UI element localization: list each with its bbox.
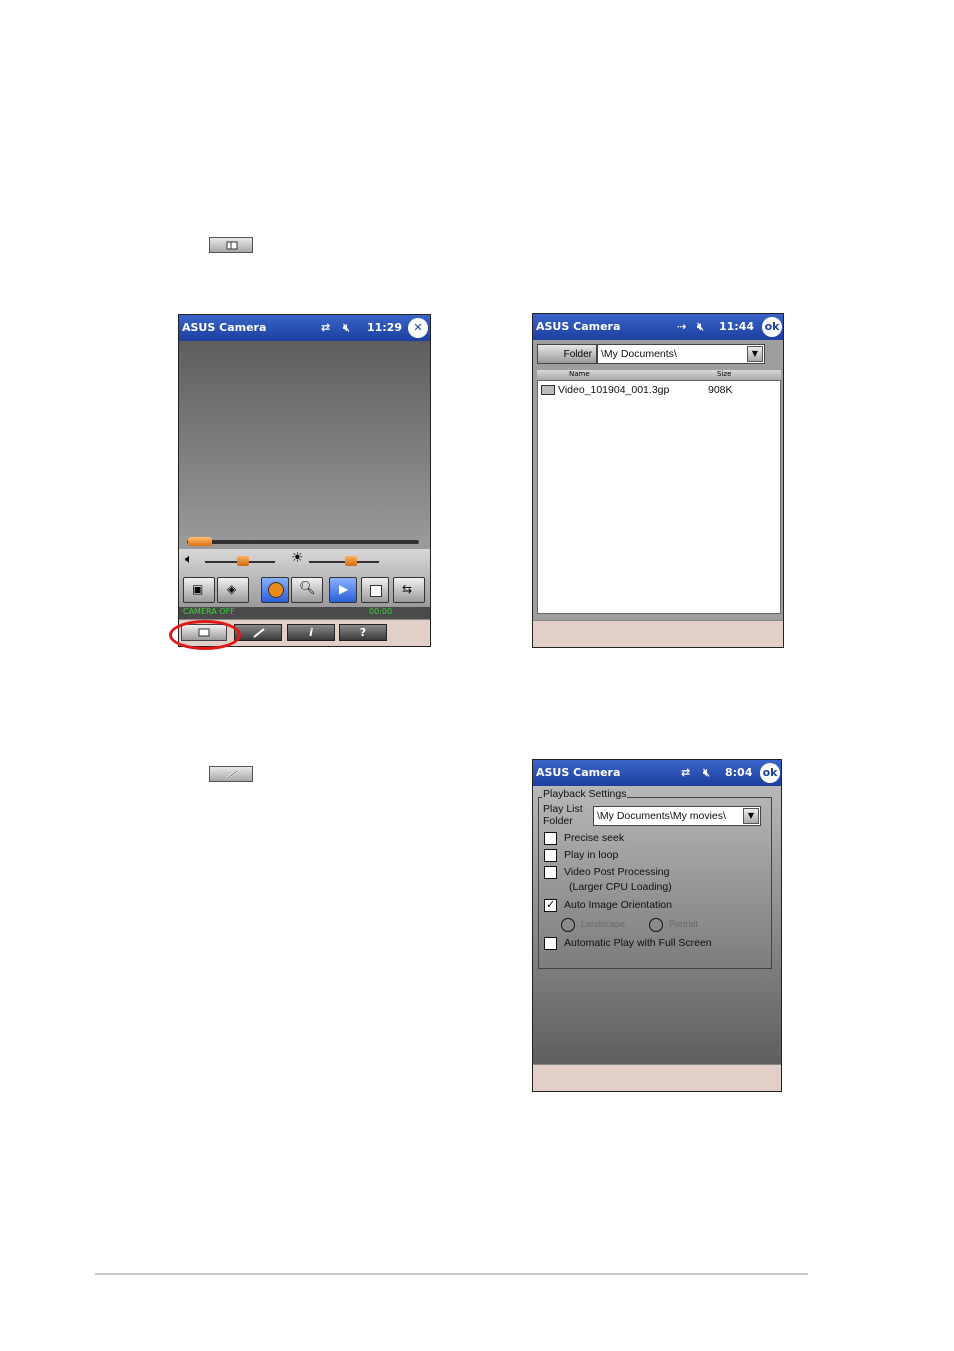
app-title: ASUS Camera xyxy=(536,766,621,779)
status-line: CAMERA OFF 00:00 xyxy=(179,607,430,619)
portrait-label: Portrait xyxy=(669,919,699,929)
tab-settings[interactable] xyxy=(234,624,282,641)
brightness-icon: ☀ xyxy=(291,550,304,566)
file-name: Video_101904_001.3gp xyxy=(558,384,670,396)
menu-bar xyxy=(533,1064,781,1091)
brightness-handle[interactable] xyxy=(345,556,357,566)
app-title: ASUS Camera xyxy=(536,320,621,333)
column-size[interactable]: Size xyxy=(717,370,731,378)
auto-image-orientation-checkbox[interactable]: ✓ xyxy=(544,898,557,912)
play-button[interactable]: ▶ xyxy=(329,577,357,603)
settings-area: Playback Settings Play List Folder \My D… xyxy=(533,786,781,1066)
landscape-radio[interactable] xyxy=(561,918,575,932)
play-in-loop-checkbox[interactable] xyxy=(544,849,557,862)
highlight-circle xyxy=(169,620,241,650)
volume-handle[interactable] xyxy=(237,556,249,566)
menu-bar xyxy=(533,620,783,647)
footer-divider xyxy=(95,1273,808,1275)
playlist-label: Play List xyxy=(543,803,583,815)
record-button[interactable] xyxy=(261,577,289,603)
file-list-screen: ASUS Camera ⇢ 🔇︎ 11:44 ok Folder \My Doc… xyxy=(532,313,784,648)
seek-bar[interactable] xyxy=(179,535,430,549)
brightness-slider[interactable] xyxy=(309,561,379,563)
title-bar: ASUS Camera ⇢ 🔇︎ 11:44 ok xyxy=(533,314,783,340)
close-icon[interactable]: ✕ xyxy=(408,318,428,338)
list-item[interactable]: Video_101904_001.3gp 908K xyxy=(538,383,778,397)
video-viewport[interactable] xyxy=(179,341,430,549)
list-button-icon xyxy=(209,237,253,253)
auto-image-orientation-label: Auto Image Orientation xyxy=(564,899,672,911)
connectivity-icon[interactable]: ⇄ xyxy=(681,766,690,779)
ok-button[interactable]: ok xyxy=(762,317,782,337)
play-in-loop-label: Play in loop xyxy=(564,849,619,861)
playback-settings-screen: ASUS Camera ⇄ 🔇︎ 8:04 ok Playback Settin… xyxy=(532,759,782,1092)
content-area: Folder \My Documents\ ▼ Name Size Video_… xyxy=(533,340,783,622)
speaker-muted-icon[interactable]: 🔇︎ xyxy=(697,320,704,334)
effects-button[interactable]: ◈ xyxy=(217,577,249,603)
group-title: Playback Settings xyxy=(542,788,628,800)
clock[interactable]: 11:44 xyxy=(719,320,754,333)
chevron-down-icon[interactable]: ▼ xyxy=(743,808,759,824)
folder-value: \My Documents\ xyxy=(601,348,677,360)
auto-play-fullscreen-checkbox[interactable] xyxy=(544,937,557,950)
playlist-label-2: Folder xyxy=(543,815,573,827)
tab-help[interactable]: ? xyxy=(339,624,387,641)
stop-button[interactable] xyxy=(361,577,389,603)
seek-handle[interactable] xyxy=(188,537,212,546)
title-bar: ASUS Camera ⇄ 🔇︎ 11:29 ✕ xyxy=(179,315,430,341)
camera-player-screen: ASUS Camera ⇄ 🔇︎ 11:29 ✕ 🔈︎ ☀ ▣ ◈ 🔍︎ ▶ ⇆… xyxy=(178,314,431,647)
precise-seek-checkbox[interactable] xyxy=(544,832,557,845)
tab-info[interactable]: i xyxy=(287,624,335,641)
folder-button[interactable]: Folder xyxy=(537,344,597,364)
switch-camera-button[interactable]: ⇆ xyxy=(393,577,425,603)
file-size: 908K xyxy=(708,384,733,396)
title-bar: ASUS Camera ⇄ 🔇︎ 8:04 ok xyxy=(533,760,781,786)
speaker-muted-icon[interactable]: 🔇︎ xyxy=(703,766,710,780)
file-list: Video_101904_001.3gp 908K xyxy=(537,380,781,614)
playlist-folder-dropdown[interactable]: \My Documents\My movies\ ▼ xyxy=(593,806,761,826)
checkmark-icon: ✓ xyxy=(546,898,556,911)
precise-seek-label: Precise seek xyxy=(564,832,625,844)
video-file-icon xyxy=(541,385,555,395)
portrait-radio[interactable] xyxy=(649,918,663,932)
zoom-button[interactable]: 🔍︎ xyxy=(291,577,323,603)
snapshot-button[interactable]: ▣ xyxy=(183,577,215,603)
clock[interactable]: 8:04 xyxy=(725,766,752,779)
wrench-icon xyxy=(209,766,253,782)
cpu-loading-note: (Larger CPU Loading) xyxy=(569,881,672,893)
connectivity-icon[interactable]: ⇄ xyxy=(321,321,330,334)
auto-play-fullscreen-label: Automatic Play with Full Screen xyxy=(564,937,712,949)
volume-icon: 🔈︎ xyxy=(185,552,193,567)
video-post-processing-label: Video Post Processing xyxy=(564,866,670,878)
chevron-down-icon[interactable]: ▼ xyxy=(747,346,763,362)
list-header: Name Size xyxy=(537,370,781,380)
clock[interactable]: 11:29 xyxy=(367,321,402,334)
record-time: 00:00 xyxy=(369,607,393,616)
video-post-processing-checkbox[interactable] xyxy=(544,866,557,879)
app-title: ASUS Camera xyxy=(182,321,267,334)
folder-dropdown[interactable]: \My Documents\ ▼ xyxy=(597,344,765,364)
connectivity-icon[interactable]: ⇢ xyxy=(677,320,686,333)
column-name[interactable]: Name xyxy=(569,370,590,378)
camera-status: CAMERA OFF xyxy=(183,607,235,616)
speaker-muted-icon[interactable]: 🔇︎ xyxy=(343,321,350,335)
landscape-label: Landscape xyxy=(581,919,626,929)
playlist-folder-value: \My Documents\My movies\ xyxy=(597,810,726,822)
ok-button[interactable]: ok xyxy=(760,763,780,783)
